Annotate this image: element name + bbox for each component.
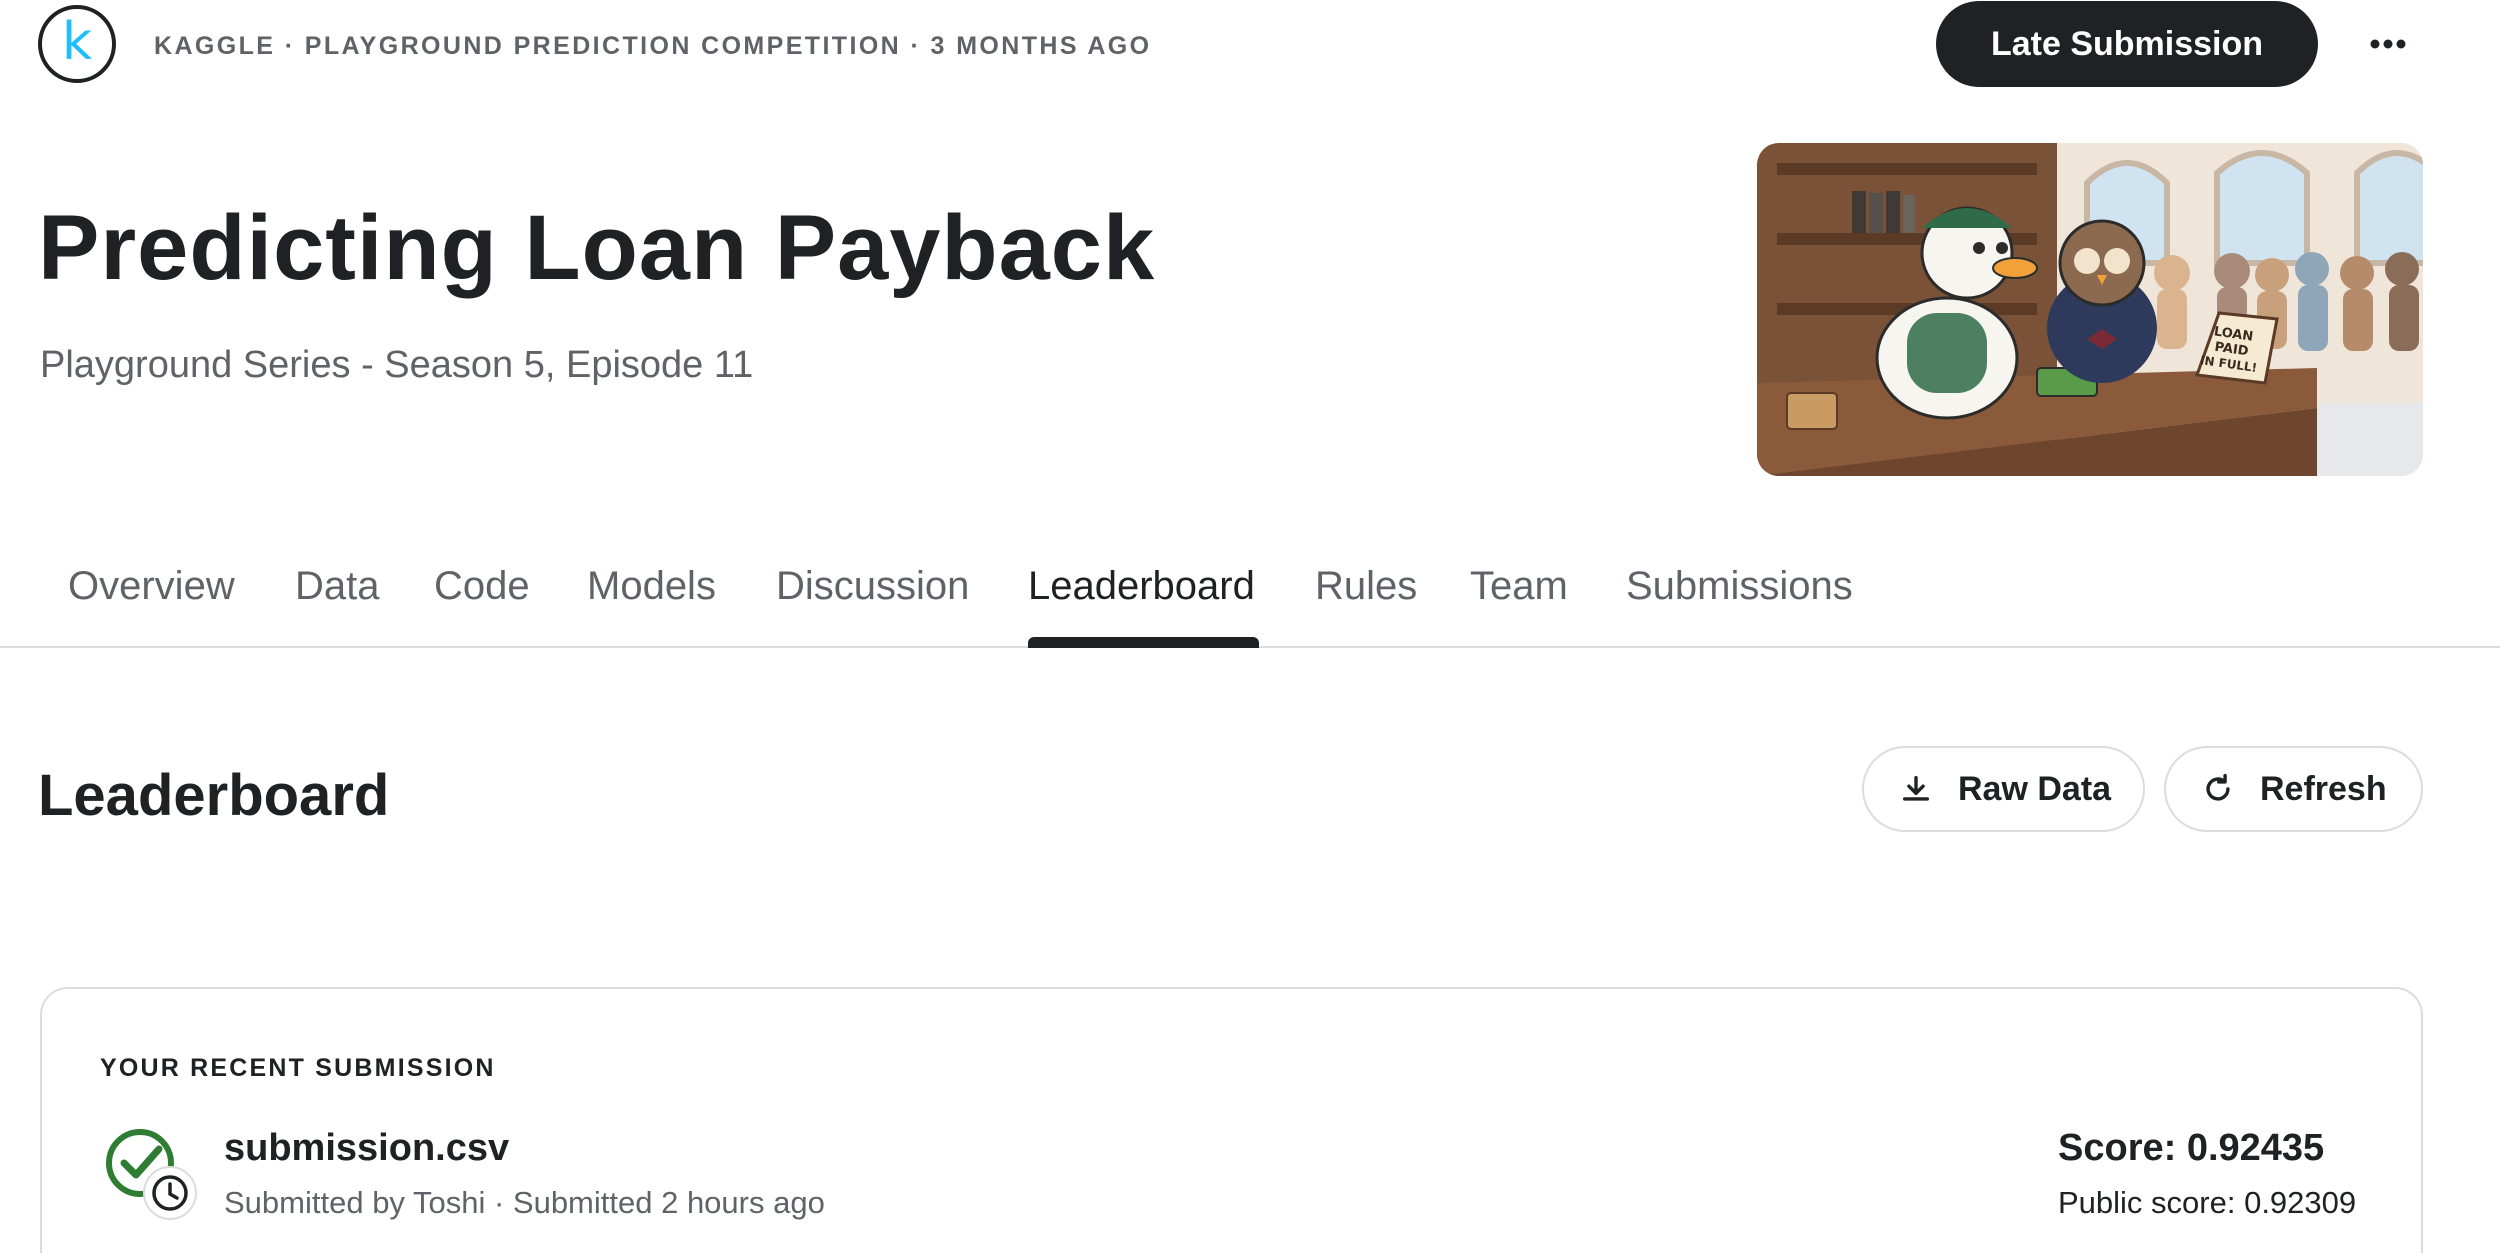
leaderboard-title: Leaderboard xyxy=(38,763,390,828)
submission-complete-icon xyxy=(104,1127,204,1227)
more-options-icon[interactable] xyxy=(2352,12,2424,76)
submission-public-score: Public score: 0.92309 xyxy=(2058,1185,2357,1220)
recent-submission-label: YOUR RECENT SUBMISSION xyxy=(100,1054,496,1082)
refresh-label: Refresh xyxy=(2260,769,2387,808)
tab-overview[interactable]: Overview xyxy=(68,564,235,609)
tab-rules[interactable]: Rules xyxy=(1315,564,1417,609)
recent-submission-card: YOUR RECENT SUBMISSION submission.csv Su… xyxy=(40,987,2423,1253)
late-submission-button[interactable]: Late Submission xyxy=(1936,1,2318,87)
submission-score: Score: 0.92435 xyxy=(2058,1127,2325,1169)
competition-title: Predicting Loan Payback xyxy=(38,197,1156,299)
top-bar: k KAGGLE · PLAYGROUND PREDICTION COMPETI… xyxy=(0,0,2500,90)
competition-subtitle: Playground Series - Season 5, Episode 11 xyxy=(40,344,754,386)
tab-team[interactable]: Team xyxy=(1470,564,1568,609)
competition-banner-image: LOAN PAID IN FULL! xyxy=(1757,143,2423,476)
submission-file-name[interactable]: submission.csv xyxy=(224,1127,509,1170)
refresh-button[interactable]: Refresh xyxy=(2164,746,2423,832)
refresh-icon xyxy=(2198,769,2238,809)
competition-meta: KAGGLE · PLAYGROUND PREDICTION COMPETITI… xyxy=(154,32,1152,60)
kaggle-logo-letter: k xyxy=(61,12,93,72)
tab-discussion[interactable]: Discussion xyxy=(776,564,969,609)
kaggle-logo[interactable]: k xyxy=(38,5,116,83)
tab-code[interactable]: Code xyxy=(434,564,530,609)
raw-data-button[interactable]: Raw Data xyxy=(1862,746,2145,832)
tab-data[interactable]: Data xyxy=(295,564,380,609)
submission-meta: Submitted by Toshi · Submitted 2 hours a… xyxy=(224,1185,825,1220)
competition-tabs: Overview Data Code Models Discussion Lea… xyxy=(0,540,2500,648)
raw-data-label: Raw Data xyxy=(1958,769,2112,808)
active-tab-indicator xyxy=(1028,637,1259,648)
download-icon xyxy=(1896,769,1936,809)
tab-submissions[interactable]: Submissions xyxy=(1626,564,1853,609)
tab-models[interactable]: Models xyxy=(587,564,716,609)
tab-leaderboard[interactable]: Leaderboard xyxy=(1028,564,1255,609)
